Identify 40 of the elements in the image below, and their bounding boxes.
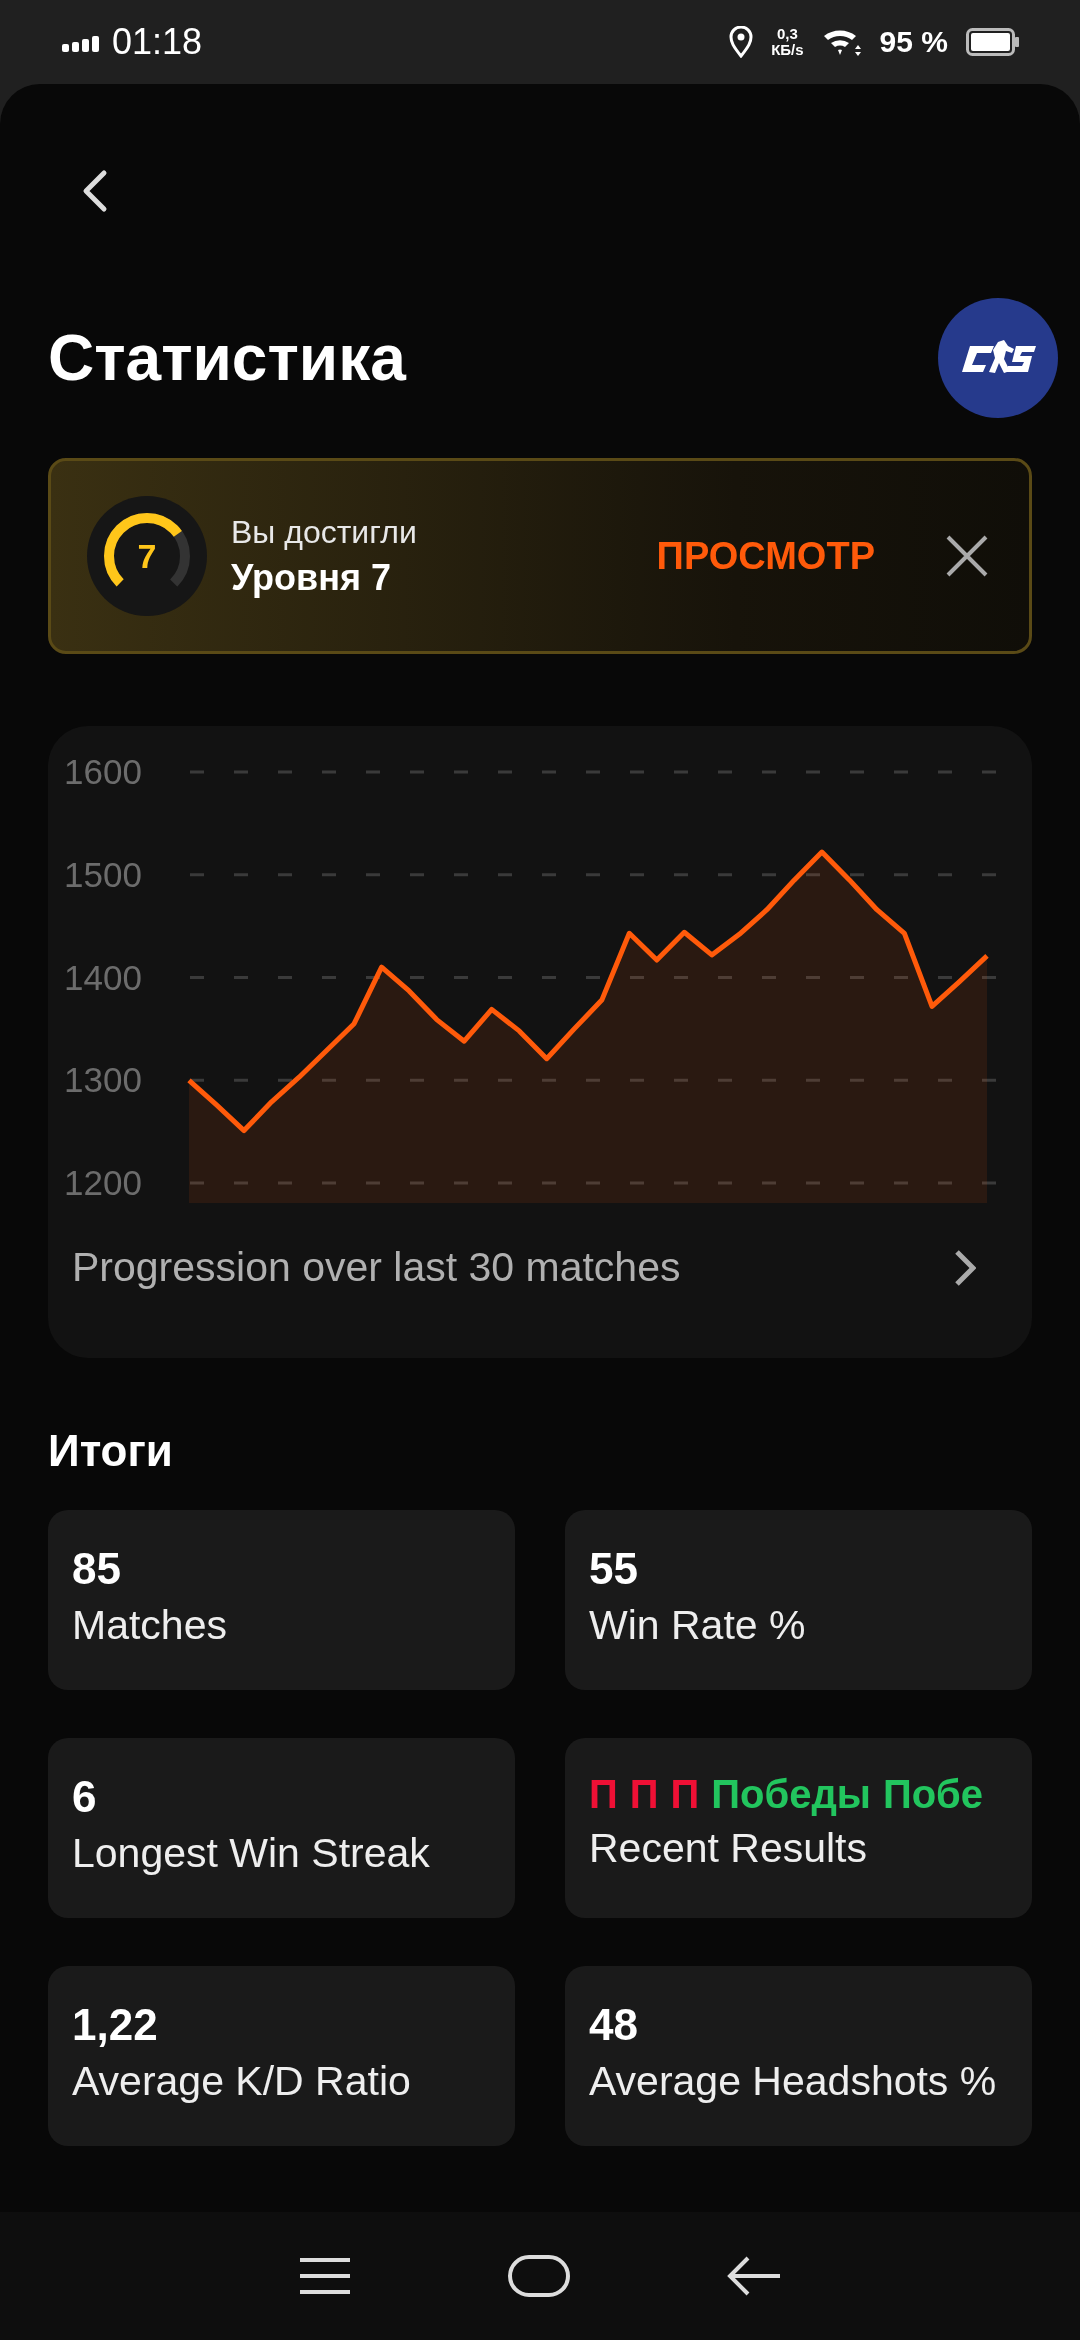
page-title: Статистика [48, 321, 406, 395]
battery-icon [966, 28, 1020, 56]
section-heading: Итоги [48, 1425, 174, 1477]
match-result: П [670, 1772, 700, 1817]
banner-title: Уровня 7 [231, 556, 392, 599]
location-icon [729, 26, 754, 58]
stat-label: Average K/D Ratio [72, 2058, 412, 2105]
stat-value: 1,22 [72, 2000, 159, 2050]
chart-card[interactable]: 1200 1300 1400 1500 1600 Progression over last 30 matches [48, 726, 1032, 1358]
stat-label: Win Rate % [589, 1602, 807, 1649]
stat-label: Recent Results [589, 1825, 868, 1872]
menu-icon[interactable] [297, 2256, 352, 2296]
axis-label: 1600 [64, 752, 142, 791]
match-result: Побе [882, 1772, 984, 1817]
network-speed: 0,3 [776, 26, 798, 42]
back-icon[interactable] [726, 2256, 783, 2296]
chart-caption: Progression over last 30 matches [72, 1244, 681, 1291]
view-link[interactable]: ПРОСМОТР [656, 534, 875, 578]
axis-label: 1500 [64, 854, 142, 894]
battery-percent: 95 % [879, 25, 948, 59]
stat-label: Average Headshots % [589, 2058, 998, 2105]
chevron-right-icon [954, 1248, 976, 1287]
stat-value: 85 [72, 1544, 122, 1594]
speed-unit: КБ/s [771, 42, 804, 58]
level-gauge-icon: 7 [87, 496, 207, 616]
axis-label: 1200 [64, 1163, 142, 1202]
stat-label: Longest Win Streak [72, 1830, 431, 1877]
match-result: П [589, 1772, 618, 1817]
stat-value: 6 [72, 1772, 98, 1822]
close-icon[interactable] [945, 534, 989, 578]
axis-label: 1300 [64, 1060, 142, 1100]
clock-time: 01:18 [112, 21, 203, 63]
stat-value: 55 [589, 1544, 639, 1594]
home-icon[interactable] [507, 2254, 571, 2298]
banner-subtitle: Вы достигли [231, 513, 418, 551]
match-result: П [629, 1772, 659, 1817]
stat-label: Matches [72, 1602, 228, 1649]
match-result: Победы [711, 1772, 871, 1817]
stat-value: 48 [589, 2000, 639, 2050]
axis-label: 1400 [64, 957, 142, 997]
